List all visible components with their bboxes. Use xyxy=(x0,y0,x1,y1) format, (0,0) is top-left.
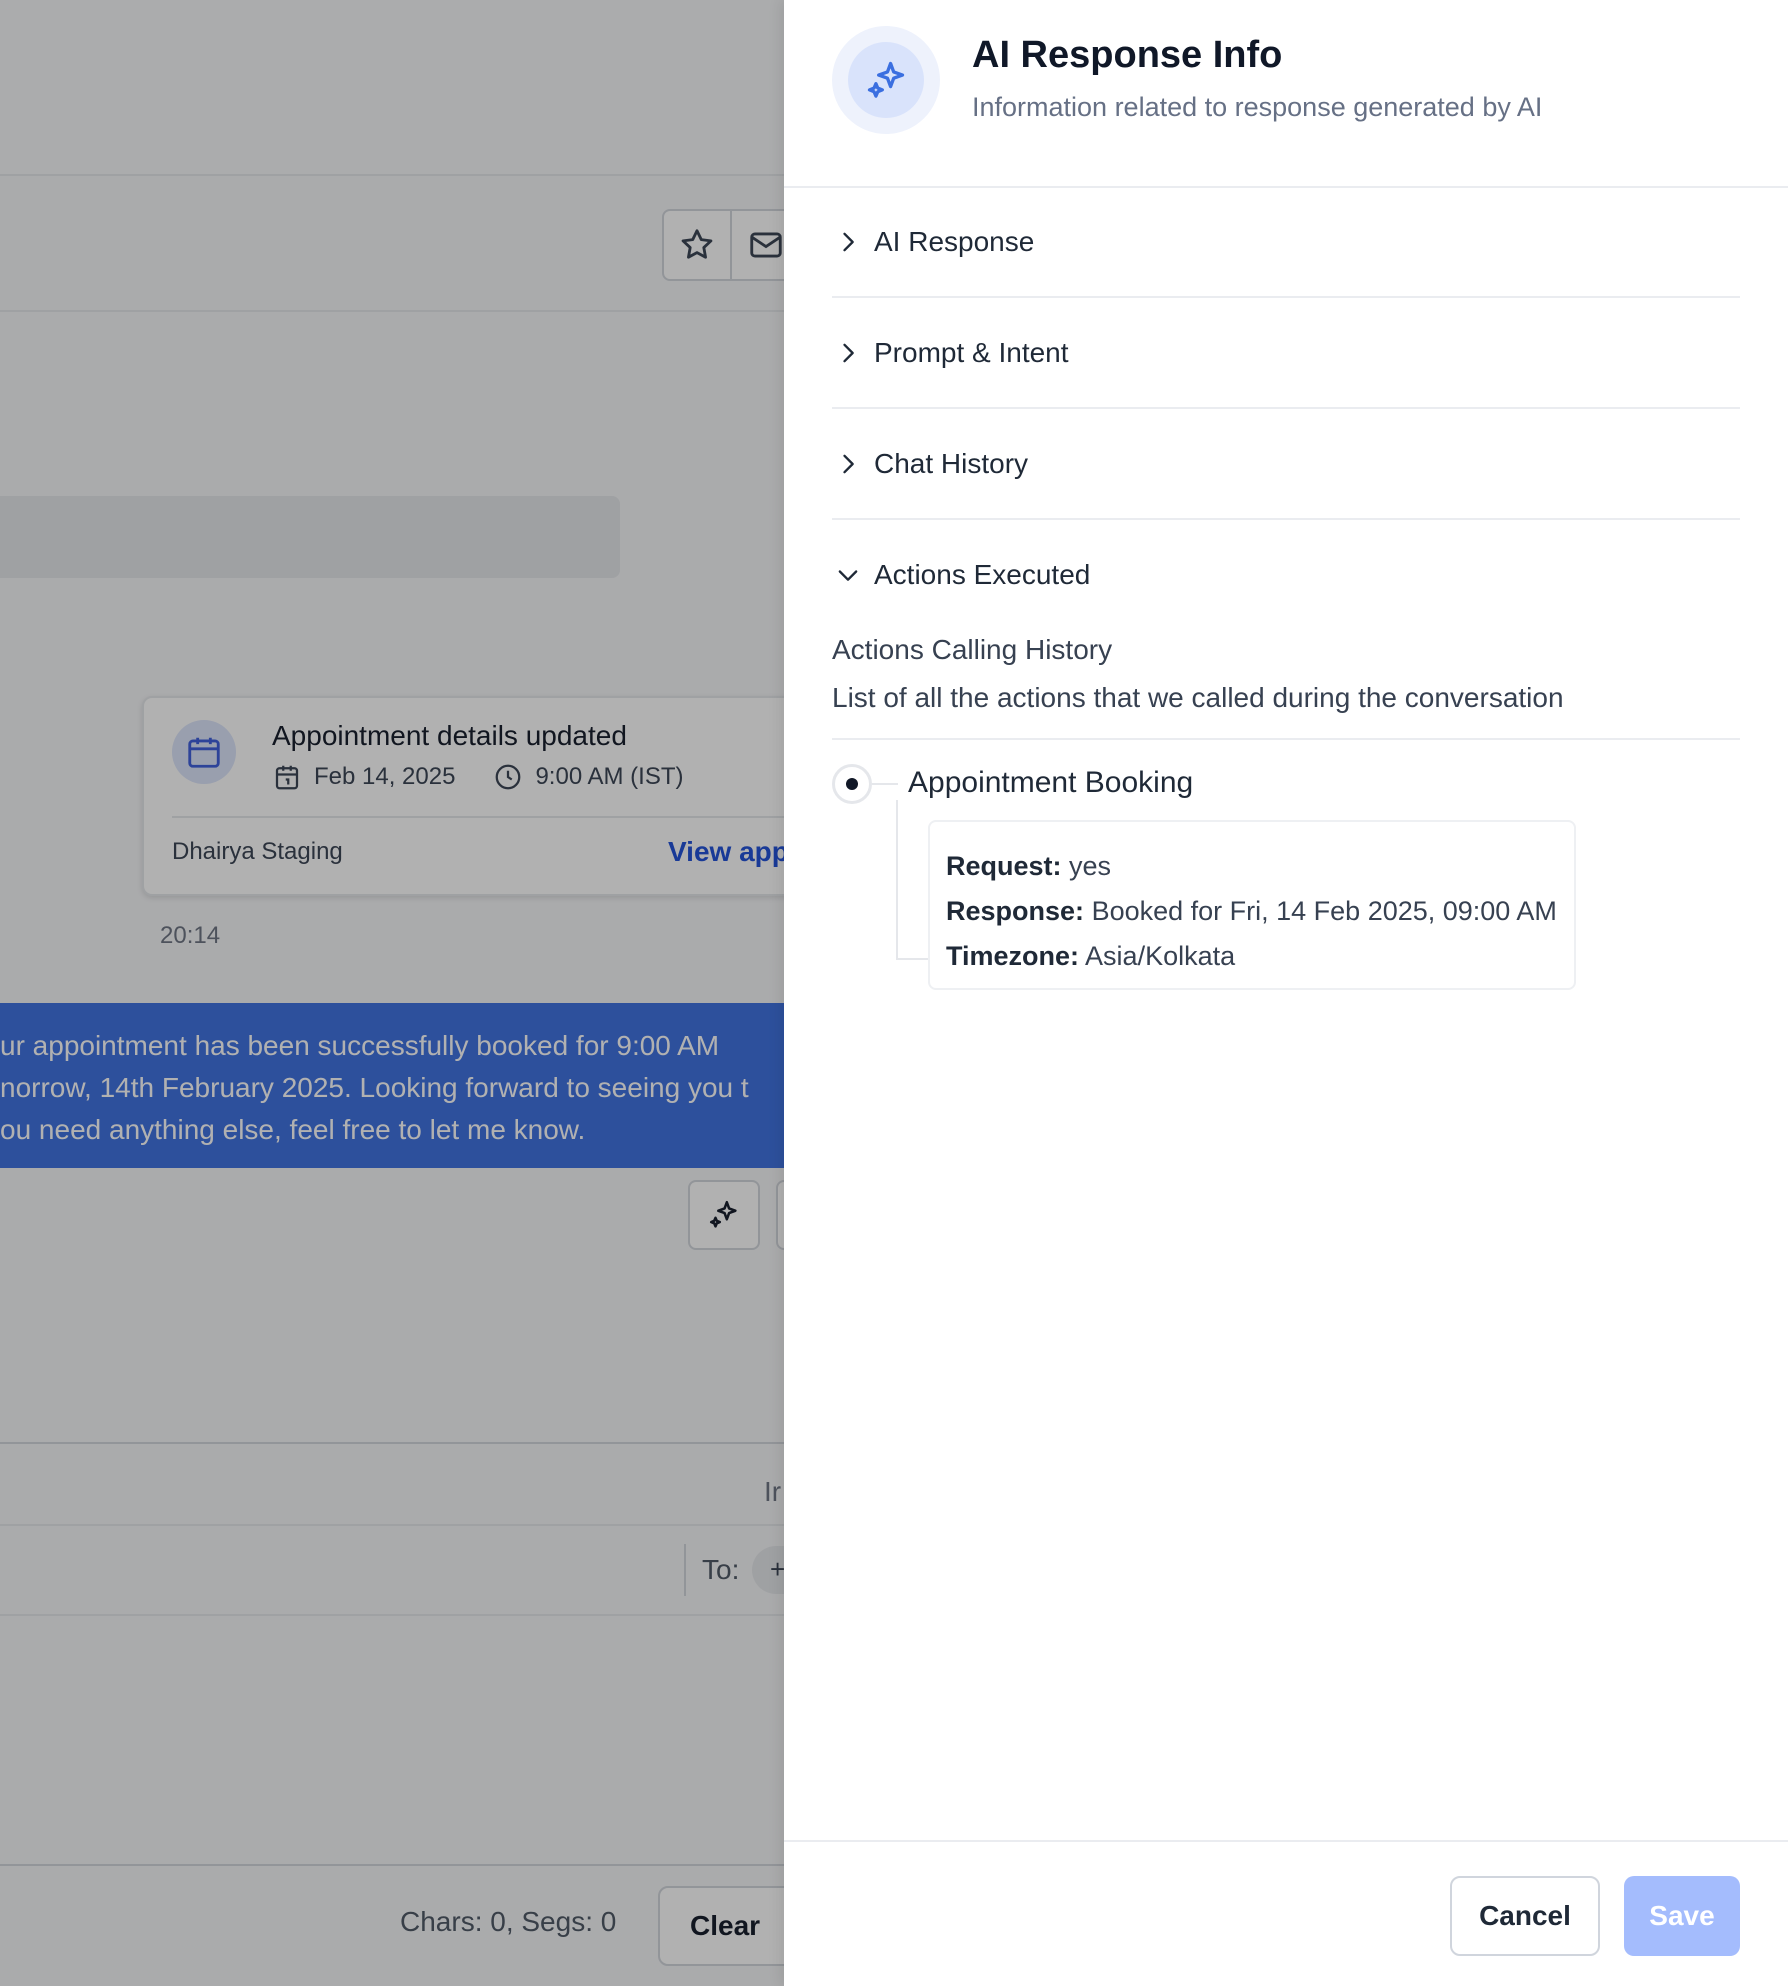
timeline-dot xyxy=(832,764,872,804)
timeline-connector xyxy=(872,783,898,785)
actions-history-description: List of all the actions that we called d… xyxy=(832,682,1564,713)
action-timezone: Timezone: Asia/Kolkata xyxy=(946,941,1236,971)
accordion-prompt-intent[interactable]: Prompt & Intent xyxy=(832,299,1740,409)
action-name: Appointment Booking xyxy=(908,766,1194,799)
cancel-button[interactable]: Cancel xyxy=(1450,1876,1600,1956)
chevron-right-icon xyxy=(843,454,854,474)
accordion-label: Prompt & Intent xyxy=(874,337,1069,368)
timeline-connector xyxy=(896,800,898,960)
drawer-subtitle: Information related to response generate… xyxy=(972,92,1543,122)
modal-backdrop[interactable] xyxy=(0,0,784,1986)
accordion-ai-response[interactable]: AI Response xyxy=(832,188,1740,298)
drawer-header: AI Response Info Information related to … xyxy=(784,0,1788,188)
accordion-label: Actions Executed xyxy=(874,559,1091,590)
ai-response-info-drawer: AI Response Info Information related to … xyxy=(784,0,1788,1986)
chevron-right-icon xyxy=(843,232,854,252)
accordion-label: AI Response xyxy=(874,226,1035,257)
actions-history-title: Actions Calling History xyxy=(832,634,1113,665)
save-button[interactable]: Save xyxy=(1624,1876,1740,1956)
header-icon-badge xyxy=(832,26,940,134)
chevron-down-icon xyxy=(838,570,858,581)
chevron-right-icon xyxy=(843,343,854,363)
accordion-chat-history[interactable]: Chat History xyxy=(832,410,1740,520)
drawer-title: AI Response Info xyxy=(972,34,1283,76)
action-request: Request: yes xyxy=(946,851,1112,881)
accordion-actions-executed[interactable]: Actions Executed xyxy=(832,520,1740,630)
drawer-footer: Cancel Save xyxy=(784,1840,1788,1986)
section-divider xyxy=(832,738,1740,740)
accordion-label: Chat History xyxy=(874,448,1029,479)
action-details-card: Request: yes Response: Booked for Fri, 1… xyxy=(928,820,1576,990)
sparkles-icon xyxy=(867,61,905,98)
action-response: Response: Booked for Fri, 14 Feb 2025, 0… xyxy=(946,896,1557,926)
